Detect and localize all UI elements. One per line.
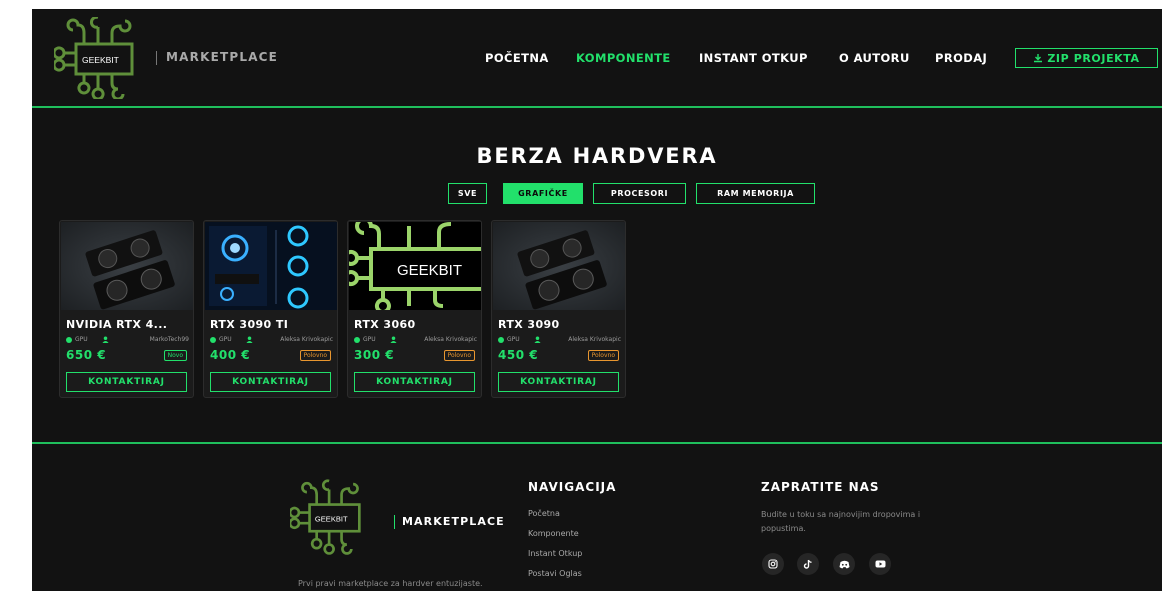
site-header: GEEKBIT MARKETPLACE POČETNA KOMPONENTE I… [32,9,1162,108]
product-category: GPU [507,336,520,343]
zip-projekta-button[interactable]: ZIP PROJEKTA [1015,48,1158,68]
product-card[interactable]: RTX 3090 GPU Aleksa Krivokapic 450 € Pol… [491,220,626,398]
category-dot-icon [66,336,72,343]
product-title: RTX 3060 [354,318,416,331]
condition-badge: Polovno [443,350,475,361]
footer-tagline: Prvi pravi marketplace za hardver entuzi… [298,579,483,588]
product-image: GEEKBIT [349,222,481,310]
app-frame: GEEKBIT MARKETPLACE POČETNA KOMPONENTE I… [32,9,1162,591]
product-meta: GPU Aleksa Krivokapic [498,336,621,343]
logo-text: GEEKBIT [82,55,119,65]
footer-logo-text: GEEKBIT [315,514,348,523]
footer-link-pocetna[interactable]: Početna [528,509,560,518]
product-card[interactable]: NVIDIA RTX 4... GPU MarkoTech99 650 € No… [59,220,194,398]
product-seller: MarkoTech99 [149,336,189,343]
contact-button[interactable]: KONTAKTIRAJ [66,372,187,392]
product-card[interactable]: RTX 3090 TI GPU Aleksa Krivokapic 400 € … [203,220,338,398]
user-icon [534,336,541,343]
download-icon [1034,54,1043,63]
category-dot-icon [498,336,504,343]
product-category: GPU [363,336,376,343]
user-icon [102,336,109,343]
product-title: RTX 3090 TI [210,318,289,331]
brand-subtitle: MARKETPLACE [166,50,279,64]
zip-button-label: ZIP PROJEKTA [1047,51,1140,65]
geekbit-logo[interactable]: GEEKBIT [54,17,144,99]
product-meta: GPU MarkoTech99 [66,336,189,343]
contact-button[interactable]: KONTAKTIRAJ [210,372,331,392]
logo-divider [156,51,157,65]
card-logo-text: GEEKBIT [397,262,462,279]
product-category: GPU [219,336,232,343]
product-category: GPU [75,336,88,343]
filter-ram-memorija[interactable]: RAM MEMORIJA [696,183,815,204]
page-title: BERZA HARDVERA [476,144,718,168]
product-card[interactable]: GEEKBIT RTX 3060 GPU Aleksa Krivokapic 3… [347,220,482,398]
product-image [61,222,193,310]
product-title: RTX 3090 [498,318,560,331]
product-seller: Aleksa Krivokapic [568,336,621,343]
nav-o-autoru[interactable]: O AUTORU [839,51,910,65]
product-meta: GPU Aleksa Krivokapic [354,336,477,343]
site-footer: GEEKBIT MARKETPLACE Prvi pravi marketpla… [32,442,1162,591]
footer-follow-text: Budite u toku sa najnovijim dropovima i … [761,510,921,533]
tiktok-icon[interactable] [797,553,819,575]
nav-prodaj[interactable]: PRODAJ [935,51,987,65]
youtube-icon[interactable] [869,553,891,575]
product-price: 400 € [210,348,251,362]
footer-nav-heading: NAVIGACIJA [528,480,617,494]
footer-link-postavi-oglas[interactable]: Postavi Oglas [528,569,582,578]
product-price: 450 € [498,348,539,362]
condition-badge: Novo [163,350,187,361]
filter-graficke[interactable]: GRAFIČKE [503,183,583,204]
footer-logo[interactable]: GEEKBIT [290,479,370,555]
filter-procesori[interactable]: PROCESORI [593,183,686,204]
product-price: 300 € [354,348,395,362]
discord-icon[interactable] [833,553,855,575]
footer-logo-divider [394,515,395,529]
product-image [493,222,625,310]
contact-button[interactable]: KONTAKTIRAJ [498,372,619,392]
nav-komponente[interactable]: KOMPONENTE [576,51,671,65]
product-meta: GPU Aleksa Krivokapic [210,336,333,343]
contact-button[interactable]: KONTAKTIRAJ [354,372,475,392]
nav-pocetna[interactable]: POČETNA [485,51,549,65]
footer-link-komponente[interactable]: Komponente [528,529,579,538]
instagram-icon[interactable] [762,553,784,575]
user-icon [390,336,397,343]
product-title: NVIDIA RTX 4... [66,318,168,331]
product-image [205,222,337,310]
condition-badge: Polovno [299,350,331,361]
footer-follow-heading: ZAPRATITE NAS [761,480,880,494]
filter-sve[interactable]: SVE [448,183,487,204]
user-icon [246,336,253,343]
product-seller: Aleksa Krivokapic [424,336,477,343]
footer-brand-subtitle: MARKETPLACE [402,515,505,528]
category-dot-icon [354,336,360,343]
footer-link-instant-otkup[interactable]: Instant Otkup [528,549,582,558]
product-seller: Aleksa Krivokapic [280,336,333,343]
condition-badge: Polovno [587,350,619,361]
category-dot-icon [210,336,216,343]
nav-instant-otkup[interactable]: INSTANT OTKUP [699,51,808,65]
product-price: 650 € [66,348,107,362]
